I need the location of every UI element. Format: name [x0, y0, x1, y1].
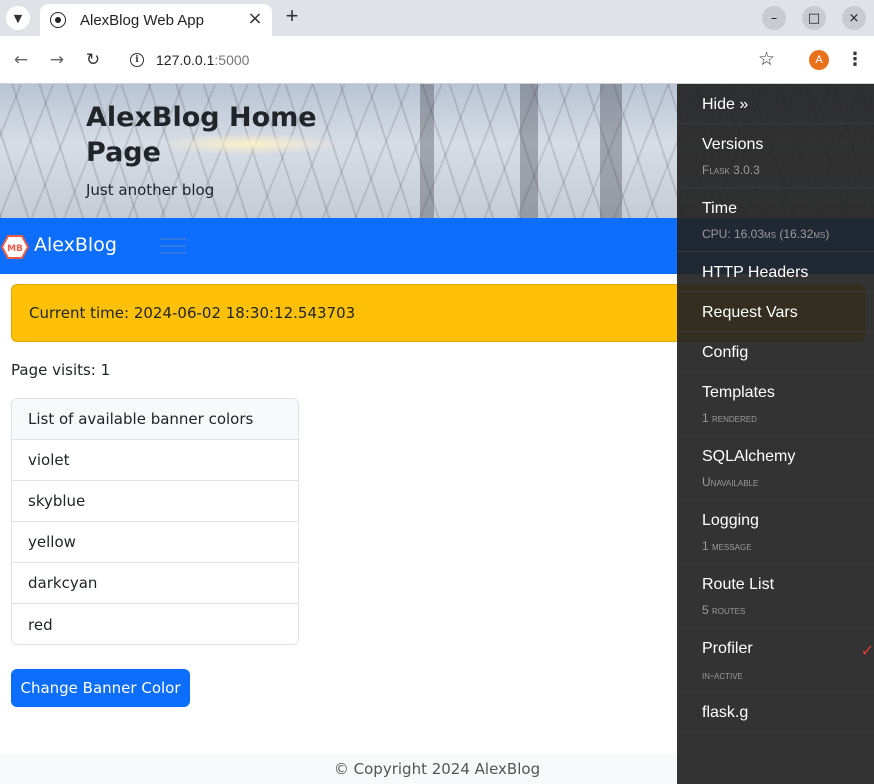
- hero-bridge-pillar: [600, 84, 622, 218]
- minimize-window-icon[interactable]: –: [762, 6, 786, 30]
- debug-panel-title: Config: [702, 344, 749, 361]
- hero-bridge-pillar: [420, 84, 434, 218]
- debug-panel-title: Templates: [702, 384, 775, 401]
- debug-panel-title: Logging: [702, 512, 759, 529]
- page-viewport: AlexBlog Home Page Just another blog MB …: [0, 84, 874, 784]
- navbar-toggler-icon[interactable]: [160, 238, 186, 256]
- list-item: yellow: [12, 522, 298, 563]
- browser-tab-active[interactable]: AlexBlog Web App ×: [40, 4, 272, 36]
- site-info-icon[interactable]: i: [130, 53, 144, 67]
- debug-panel-title: Time: [702, 200, 737, 217]
- debug-panel-title: HTTP Headers: [702, 264, 809, 281]
- list-item: red: [28, 615, 53, 634]
- debug-panel-templates[interactable]: Templates 1 rendered: [677, 372, 874, 436]
- debug-panel-title: Route List: [702, 576, 775, 593]
- banner-colors-card: List of available banner colors violet s…: [11, 398, 299, 645]
- debug-panel-title: flask.g: [702, 704, 749, 721]
- debug-panel-subtitle: CPU: 16.03ms (16.32ms): [702, 227, 830, 241]
- page-subtitle: Just another blog: [86, 181, 215, 199]
- brand-logo-text: MB: [7, 244, 23, 254]
- address-toolbar: ← → ↻ i 127.0.0.1:5000 ☆ A ⋮: [0, 36, 874, 84]
- page-visits-text: Page visits: 1: [11, 361, 111, 379]
- debug-hide-label: Hide »: [702, 96, 749, 113]
- debug-panel-logging[interactable]: Logging 1 message: [677, 500, 874, 564]
- debug-panel-flask-g[interactable]: flask.g: [677, 692, 874, 732]
- debug-panel-profiler[interactable]: Profiler in-active ✓: [677, 628, 874, 692]
- debug-panel-http-headers[interactable]: HTTP Headers: [677, 252, 874, 292]
- globe-favicon-icon: [50, 12, 66, 28]
- list-item: violet: [12, 440, 298, 481]
- page-title: AlexBlog Home Page: [86, 102, 317, 168]
- hero-bridge-pillar: [520, 84, 538, 218]
- debug-panel-title: SQLAlchemy: [702, 448, 796, 465]
- debug-panel-title: Request Vars: [702, 304, 798, 321]
- debug-panel-subtitle: 1 message: [702, 539, 752, 553]
- debug-panel-time[interactable]: Time CPU: 16.03ms (16.32ms): [677, 188, 874, 252]
- new-tab-plus-icon[interactable]: +: [280, 5, 304, 29]
- debug-panel-subtitle: 1 rendered: [702, 411, 757, 425]
- debug-panel-subtitle: Unavailable: [702, 475, 759, 489]
- browser-menu-icon[interactable]: ⋮: [846, 48, 864, 72]
- debug-hide-toolbar[interactable]: Hide »: [677, 84, 874, 124]
- debug-panel-subtitle: 5 routes: [702, 603, 746, 617]
- navbar-brand-link[interactable]: AlexBlog: [34, 234, 117, 256]
- debug-panel-config[interactable]: Config: [677, 332, 874, 372]
- banner-colors-header: List of available banner colors: [12, 399, 298, 440]
- forward-arrow-icon[interactable]: →: [46, 49, 68, 71]
- reload-icon[interactable]: ↻: [82, 49, 104, 71]
- maximize-window-icon[interactable]: □: [802, 6, 826, 30]
- debug-panel-sqlalchemy[interactable]: SQLAlchemy Unavailable: [677, 436, 874, 500]
- url-host: 127.0.0.1: [156, 52, 215, 68]
- list-item: darkcyan: [12, 563, 298, 604]
- profiler-toggle-check-icon[interactable]: ✓: [861, 641, 874, 660]
- debug-panel-title: Profiler: [702, 640, 753, 657]
- debug-panel-versions[interactable]: Versions Flask 3.0.3: [677, 124, 874, 188]
- change-banner-color-button[interactable]: Change Banner Color: [11, 669, 190, 707]
- back-arrow-icon[interactable]: ←: [10, 49, 32, 71]
- debug-panel-route-list[interactable]: Route List 5 routes: [677, 564, 874, 628]
- url-port: :5000: [214, 52, 250, 68]
- close-window-icon[interactable]: ×: [842, 6, 866, 30]
- list-item: skyblue: [12, 481, 298, 522]
- debug-panel-request-vars[interactable]: Request Vars: [677, 292, 874, 332]
- browser-tab-strip: ▼ AlexBlog Web App × + – □ ×: [0, 0, 874, 36]
- debug-toolbar: Hide » Versions Flask 3.0.3 Time CPU: 16…: [677, 84, 874, 784]
- tab-close-icon[interactable]: ×: [246, 10, 264, 28]
- tab-search-chevron-icon[interactable]: ▼: [6, 6, 30, 30]
- debug-panel-subtitle: Flask 3.0.3: [702, 163, 760, 177]
- debug-panel-subtitle: in-active: [702, 668, 743, 682]
- bookmark-star-icon[interactable]: ☆: [758, 48, 775, 70]
- tab-title: AlexBlog Web App: [80, 11, 204, 29]
- debug-panel-title: Versions: [702, 136, 764, 153]
- profile-avatar[interactable]: A: [809, 50, 829, 70]
- current-time-text: Current time: 2024-06-02 18:30:12.543703: [29, 304, 356, 322]
- brand-logo-icon[interactable]: MB: [1, 235, 29, 259]
- address-bar[interactable]: i 127.0.0.1:5000: [118, 44, 794, 76]
